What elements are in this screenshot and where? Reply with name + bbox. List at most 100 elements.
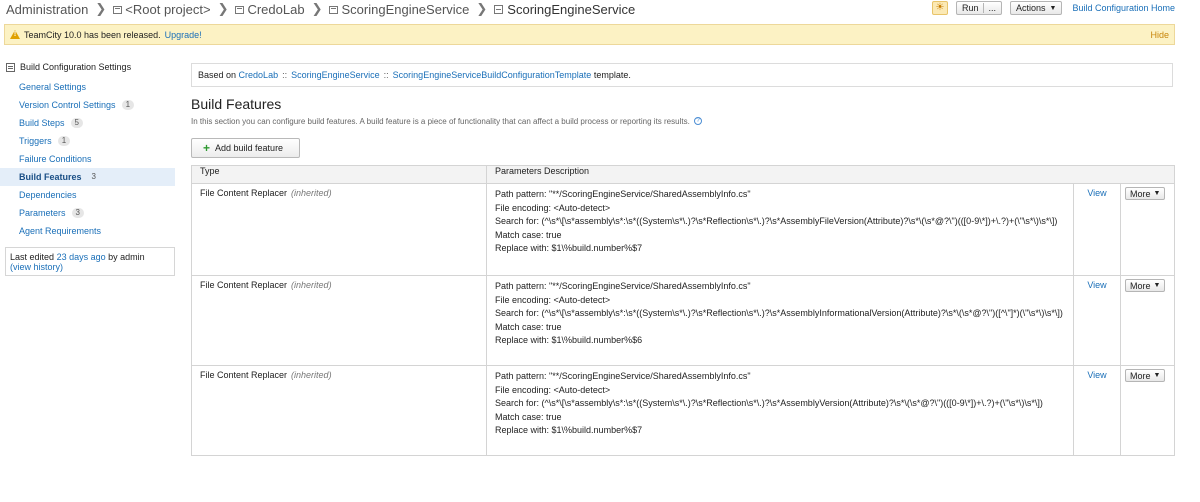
count-badge: 5 (70, 118, 83, 128)
sidebar-title: Build Configuration Settings (6, 60, 180, 74)
lightbulb-icon[interactable]: ☀ (931, 1, 948, 15)
chevron-down-icon: ▼ (1153, 190, 1161, 197)
chevron-right-icon: ❯ (311, 1, 323, 16)
chevron-right-icon: ❯ (217, 1, 229, 16)
hide-notification-link[interactable]: Hide (1150, 30, 1169, 40)
build-config-icon (494, 4, 504, 14)
view-cell: View (1073, 183, 1121, 276)
feature-params-cell: Path pattern: "**/ScoringEngineService/S… (486, 183, 1074, 276)
inherited-label: (inherited) (291, 370, 332, 380)
sidebar-item-label: Failure Conditions (19, 154, 92, 164)
chevron-down-icon: ▼ (1049, 4, 1057, 12)
header: Administration ❯ <Root project> ❯ CredoL… (0, 0, 1200, 20)
sidebar-item-dependencies[interactable]: Dependencies (0, 186, 180, 204)
table-header-row: Type Parameters Description (191, 165, 1176, 184)
breadcrumb-administration[interactable]: Administration (6, 2, 88, 17)
sidebar-item-label: Build Steps (19, 118, 65, 128)
last-edited-by: by admin (108, 252, 145, 262)
view-cell: View (1073, 365, 1121, 456)
sidebar-item-failure-conditions[interactable]: Failure Conditions (0, 150, 180, 168)
param-replace-with: Replace with: $1\%build.number%$6 (495, 335, 643, 345)
table-row: File Content Replacer (inherited) Path pa… (191, 275, 1176, 366)
run-label: Run (961, 3, 979, 13)
more-cell: More ▼ (1119, 183, 1176, 276)
sidebar-item-build-steps[interactable]: Build Steps 5 (0, 114, 180, 132)
project-icon (329, 6, 339, 14)
view-cell: View (1073, 275, 1121, 366)
sidebar-title-label: Build Configuration Settings (20, 62, 132, 72)
sidebar-item-version-control-settings[interactable]: Version Control Settings 1 (0, 96, 180, 114)
param-file-encoding: File encoding: <Auto-detect> (495, 384, 611, 395)
sidebar-item-agent-requirements[interactable]: Agent Requirements (0, 222, 180, 240)
inherited-label: (inherited) (291, 280, 332, 290)
breadcrumb-root-project[interactable]: <Root project> (113, 2, 211, 17)
sidebar-item-triggers[interactable]: Triggers 1 (0, 132, 180, 150)
section-description-text: In this section you can configure build … (191, 117, 690, 126)
sidebar-item-build-features[interactable]: Build Features 3 (0, 168, 175, 186)
param-search-for: Search for: (^\s*\[\s*assembly\s*:\s*((S… (495, 308, 1063, 318)
column-header-parameters: Parameters Description (485, 165, 1176, 184)
param-path-pattern: Path pattern: "**/ScoringEngineService/S… (495, 189, 751, 199)
table-row: File Content Replacer (inherited) Path pa… (191, 183, 1176, 276)
param-search-for: Search for: (^\s*\[\s*assembly\s*:\s*((S… (495, 398, 1043, 408)
count-badge: 1 (57, 136, 71, 146)
actions-label: Actions (1015, 3, 1046, 13)
more-label: More (1130, 188, 1151, 199)
feature-params-cell: Path pattern: "**/ScoringEngineService/S… (486, 275, 1074, 366)
last-edited-time-link[interactable]: 23 days ago (57, 252, 106, 262)
more-cell: More ▼ (1119, 365, 1176, 456)
more-button[interactable]: More ▼ (1125, 279, 1166, 292)
build-features-table: Type Parameters Description File Content… (191, 165, 1176, 456)
breadcrumb-scoring-engine-project[interactable]: ScoringEngineService (329, 2, 469, 17)
based-on-prefix: Based on (198, 70, 237, 80)
based-on-subproject-link[interactable]: ScoringEngineService (291, 70, 380, 80)
settings-list-icon (6, 62, 15, 72)
feature-type-cell: File Content Replacer (inherited) (191, 365, 487, 456)
feature-type: File Content Replacer (200, 370, 288, 380)
sidebar-item-general-settings[interactable]: General Settings (0, 78, 180, 96)
param-file-encoding: File encoding: <Auto-detect> (495, 294, 611, 305)
feature-type-cell: File Content Replacer (inherited) (191, 183, 487, 276)
more-button[interactable]: More ▼ (1125, 369, 1166, 382)
sidebar-item-label: Dependencies (19, 190, 77, 200)
view-history-link[interactable]: (view history) (10, 262, 63, 272)
table-row: File Content Replacer (inherited) Path pa… (191, 365, 1176, 456)
view-link[interactable]: View (1087, 188, 1106, 198)
breadcrumb-build-configuration: ScoringEngineService (494, 2, 635, 17)
more-button[interactable]: More ▼ (1125, 187, 1166, 200)
add-build-feature-button[interactable]: + Add build feature (191, 138, 300, 158)
sidebar-item-label: Triggers (19, 136, 52, 146)
chevron-right-icon: ❯ (95, 1, 107, 16)
view-link[interactable]: View (1087, 280, 1106, 290)
based-on-project-link[interactable]: CredoLab (239, 70, 279, 80)
count-badge: 1 (121, 100, 135, 110)
view-link[interactable]: View (1087, 370, 1106, 380)
feature-type: File Content Replacer (200, 280, 288, 290)
actions-dropdown[interactable]: Actions ▼ (1009, 1, 1063, 15)
run-button[interactable]: Run... (955, 1, 1002, 15)
param-path-pattern: Path pattern: "**/ScoringEngineService/S… (495, 371, 751, 381)
upgrade-link[interactable]: Upgrade! (165, 30, 202, 40)
build-configuration-home-link[interactable]: Build Configuration Home (1072, 3, 1175, 13)
param-replace-with: Replace with: $1\%build.number%$7 (495, 425, 643, 435)
run-options-button[interactable]: ... (983, 3, 996, 13)
count-badge: 3 (91, 172, 96, 181)
sidebar-menu: General Settings Version Control Setting… (0, 78, 180, 240)
count-badge: 3 (71, 208, 84, 218)
more-label: More (1130, 370, 1151, 381)
column-header-type: Type (191, 165, 487, 184)
more-label: More (1130, 280, 1151, 291)
sidebar-item-label: Version Control Settings (19, 100, 116, 110)
inherited-label: (inherited) (291, 188, 332, 198)
feature-type: File Content Replacer (200, 188, 288, 198)
breadcrumb: Administration ❯ <Root project> ❯ CredoL… (6, 0, 635, 18)
help-icon[interactable]: ? (694, 117, 703, 125)
sidebar-item-parameters[interactable]: Parameters 3 (0, 204, 180, 222)
chevron-down-icon: ▼ (1153, 372, 1161, 379)
feature-type-cell: File Content Replacer (inherited) (191, 275, 487, 366)
sidebar: Build Configuration Settings General Set… (0, 60, 180, 240)
based-on-template-link[interactable]: ScoringEngineServiceBuildConfigurationTe… (393, 70, 592, 80)
section-description: In this section you can configure build … (191, 117, 703, 127)
param-match-case: Match case: true (495, 411, 562, 422)
breadcrumb-credolab[interactable]: CredoLab (235, 2, 305, 17)
